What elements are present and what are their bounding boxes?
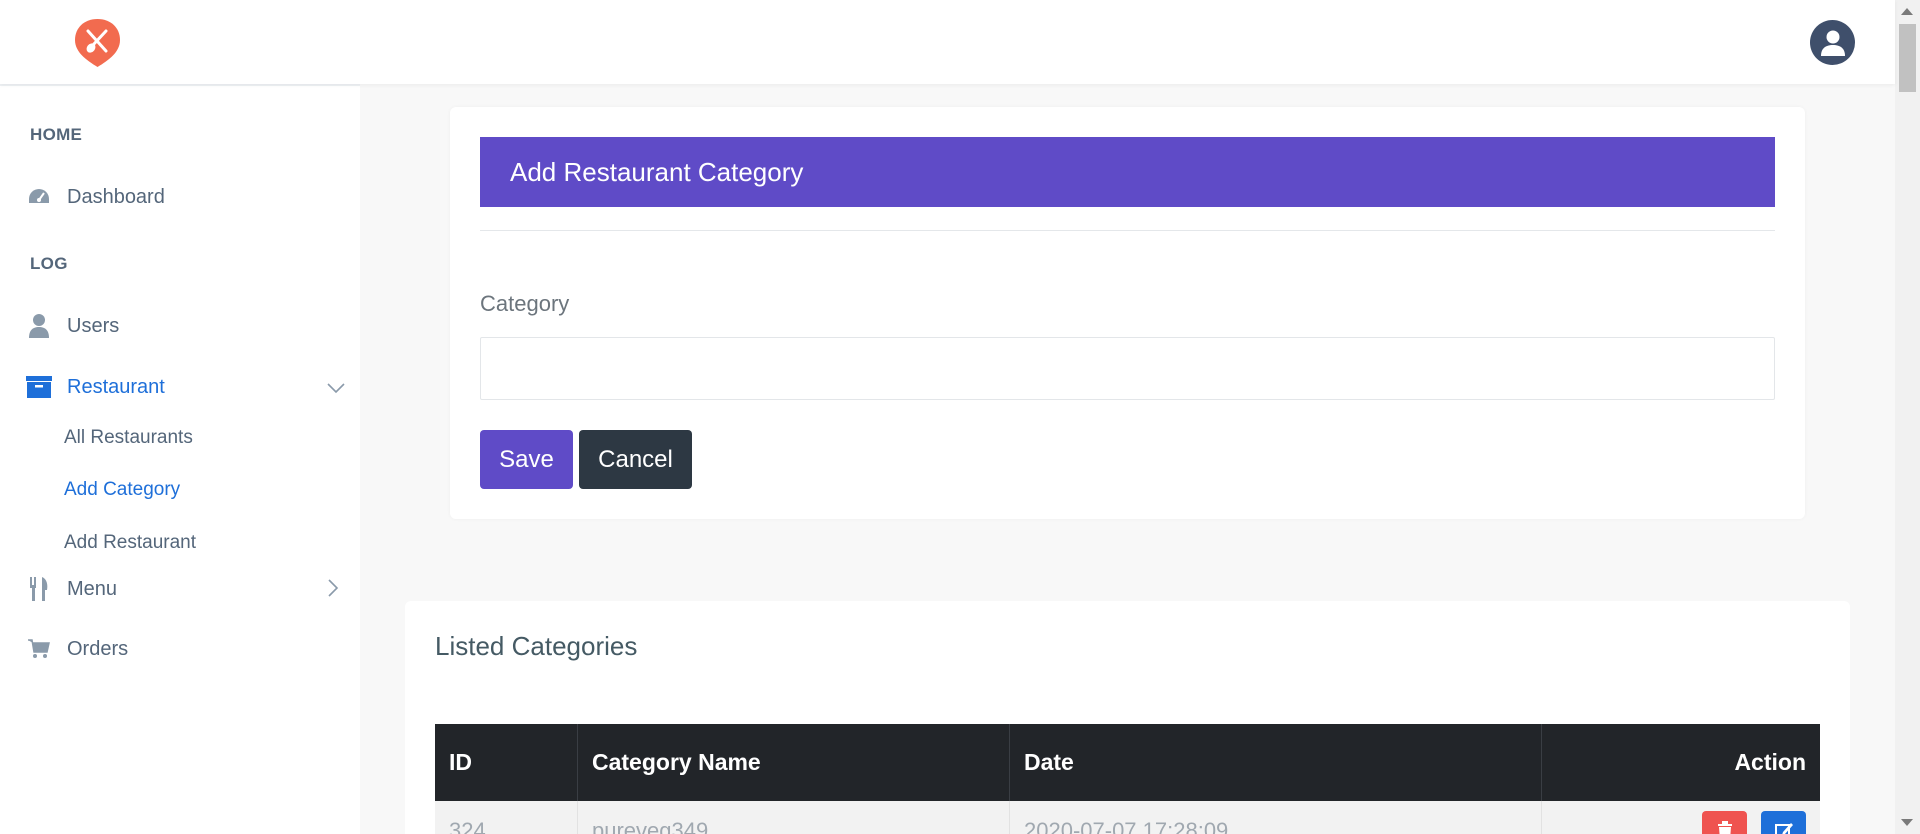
chevron-down-icon bbox=[327, 377, 345, 400]
card-title: Listed Categories bbox=[435, 631, 638, 661]
column-header-category-name[interactable]: Category Name bbox=[578, 724, 1010, 801]
sidebar-subitem-add-category[interactable]: Add Category bbox=[64, 479, 180, 501]
sidebar-item-users[interactable]: Users bbox=[25, 308, 345, 344]
scroll-up-arrow-icon[interactable] bbox=[1901, 8, 1913, 15]
sidebar-item-menu[interactable]: Menu bbox=[25, 571, 345, 607]
delete-button[interactable] bbox=[1702, 811, 1747, 834]
user-icon bbox=[25, 312, 53, 340]
user-avatar-icon[interactable] bbox=[1810, 20, 1855, 65]
add-category-card: Add Restaurant Category Category Save Ca… bbox=[450, 107, 1805, 519]
column-header-id[interactable]: ID bbox=[435, 724, 578, 801]
sidebar-subitem-add-restaurant[interactable]: Add Restaurant bbox=[64, 532, 196, 554]
archive-box-icon bbox=[25, 373, 53, 401]
dashboard-icon bbox=[25, 183, 53, 211]
sidebar-item-restaurant[interactable]: Restaurant bbox=[25, 369, 345, 405]
cell-date: 2020-07-07 17:28:09 bbox=[1010, 801, 1542, 834]
sidebar-section-log: LOG bbox=[30, 254, 68, 273]
table-header: ID Category Name Date Action bbox=[435, 724, 1820, 801]
sidebar-section-home: HOME bbox=[30, 125, 83, 144]
card-title: Add Restaurant Category bbox=[480, 137, 1775, 207]
edit-button[interactable] bbox=[1761, 811, 1806, 834]
cell-category-name: pureveg349 bbox=[578, 801, 1010, 834]
sidebar-item-label: Users bbox=[67, 314, 120, 337]
sidebar-subitem-all-restaurants[interactable]: All Restaurants bbox=[64, 427, 193, 449]
category-input[interactable] bbox=[480, 337, 1775, 400]
cell-id: 324 bbox=[435, 801, 578, 834]
restaurant-logo-icon[interactable] bbox=[73, 17, 122, 69]
sidebar-item-dashboard[interactable]: Dashboard bbox=[25, 179, 345, 215]
category-label: Category bbox=[480, 291, 570, 316]
cancel-button[interactable]: Cancel bbox=[579, 430, 692, 489]
page-scrollbar[interactable] bbox=[1895, 0, 1920, 834]
chevron-right-icon bbox=[327, 579, 339, 603]
column-header-date[interactable]: Date bbox=[1010, 724, 1542, 801]
sidebar: HOME Dashboard LOG Users Restaurant All … bbox=[0, 84, 360, 834]
sidebar-item-label: Restaurant bbox=[67, 375, 165, 398]
utensils-icon bbox=[25, 575, 53, 603]
scroll-thumb[interactable] bbox=[1899, 24, 1916, 92]
listed-categories-card: Listed Categories ID Category Name Date … bbox=[405, 601, 1850, 834]
scroll-down-arrow-icon[interactable] bbox=[1901, 819, 1913, 826]
cell-actions bbox=[1542, 801, 1820, 834]
trash-icon bbox=[1717, 821, 1732, 834]
sidebar-item-label: Menu bbox=[67, 577, 118, 600]
categories-table: ID Category Name Date Action 324 pureveg… bbox=[435, 724, 1820, 834]
divider bbox=[480, 230, 1775, 231]
column-header-action: Action bbox=[1734, 749, 1806, 775]
save-button[interactable]: Save bbox=[480, 430, 573, 489]
cart-icon bbox=[25, 635, 53, 663]
edit-icon bbox=[1774, 823, 1793, 834]
top-header bbox=[0, 0, 1895, 84]
sidebar-item-orders[interactable]: Orders bbox=[25, 631, 345, 667]
sidebar-item-label: Orders bbox=[67, 637, 129, 660]
table-row: 324 pureveg349 2020-07-07 17:28:09 bbox=[435, 801, 1820, 834]
sidebar-item-label: Dashboard bbox=[67, 185, 165, 208]
